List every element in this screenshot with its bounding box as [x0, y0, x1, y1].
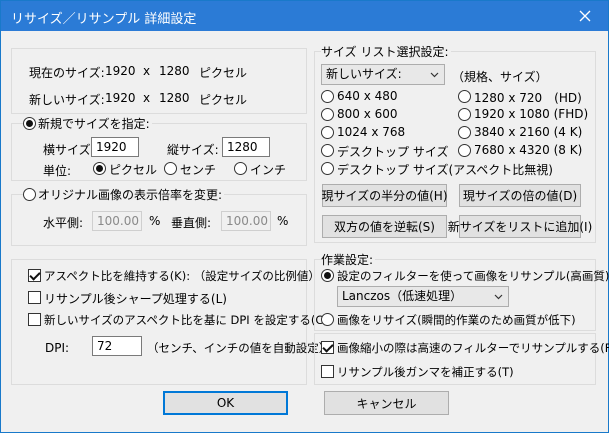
dpi-input[interactable]: 72: [92, 336, 142, 356]
new-width: 1920: [105, 91, 136, 105]
size-desktop-aspect-radio[interactable]: [321, 162, 334, 175]
sharpen-checkbox[interactable]: [28, 291, 41, 304]
size-fhd-radio[interactable]: [458, 108, 471, 121]
high-speed-filter-checkbox[interactable]: [321, 341, 334, 354]
chevron-down-icon: [494, 294, 503, 300]
size-desktop-aspect-label: デスクトップ サイズ(アスペクト比無視): [337, 163, 553, 177]
unit-pixel-label: ピクセル: [109, 163, 158, 177]
size-1024-radio[interactable]: [321, 126, 334, 139]
chevron-down-icon: [430, 72, 439, 78]
swap-values-button[interactable]: 双方の値を逆転(S): [322, 215, 447, 238]
size-8k-radio[interactable]: [458, 144, 471, 157]
size-desktop-radio[interactable]: [321, 144, 334, 157]
specify-size-legend: 新規でサイズを指定:: [23, 115, 152, 132]
cancel-button[interactable]: キャンセル: [324, 391, 449, 415]
horizontal-input[interactable]: 100.00: [92, 211, 142, 231]
keep-aspect-checkbox[interactable]: [28, 269, 41, 282]
size-8k-label: 7680 x 4320 (8 K): [474, 143, 583, 157]
work-settings-legend: 作業設定:: [321, 251, 376, 268]
unit-inch-label: インチ: [250, 163, 287, 177]
add-to-list-button[interactable]: 新サイズをリストに追加(I): [448, 215, 592, 238]
size-list-legend: サイズ リスト選択設定:: [321, 43, 451, 60]
ratio-radio[interactable]: [23, 188, 36, 201]
height-input[interactable]: 1280: [222, 137, 270, 157]
double-size-button[interactable]: 現サイズの倍の値(D): [459, 184, 581, 207]
close-button[interactable]: [562, 1, 608, 31]
dpi-aspect-label: 新しいサイズのアスペクト比を基に DPI を設定する(C): [44, 313, 328, 327]
unit-cm-radio[interactable]: [164, 162, 177, 175]
current-height: 1280: [159, 64, 190, 78]
size-fhd-label: 1920 x 1080 (FHD): [474, 107, 589, 121]
window-title: リサイズ／リサンプル 詳細設定: [11, 12, 197, 27]
height-label: 縦サイズ:: [167, 143, 219, 157]
horizontal-label: 水平側:: [43, 216, 84, 230]
vertical-label: 垂直側:: [171, 216, 212, 230]
current-width: 1920: [105, 64, 136, 78]
sharpen-label: リサンプル後シャープ処理する(L): [44, 292, 227, 306]
ratio-label: オリジナル画像の表示倍率を変更:: [38, 188, 223, 202]
vertical-percent: %: [277, 214, 289, 228]
size-640-radio[interactable]: [321, 90, 334, 103]
current-unit: ピクセル: [199, 66, 248, 80]
size-4k-label: 3840 x 2160 (4 K): [474, 125, 583, 139]
gamma-checkbox[interactable]: [321, 365, 334, 378]
size-list-select[interactable]: 新しいサイズ:: [321, 64, 445, 85]
new-unit: ピクセル: [199, 93, 248, 107]
size-640-label: 640 x 480: [337, 89, 398, 103]
high-speed-filter-label: 画像縮小の際は高速のフィルターでリサンプルする(F): [337, 341, 609, 355]
size-800-label: 800 x 600: [337, 107, 398, 121]
size-list-hint: （規格、サイズ）: [452, 70, 548, 84]
size-desktop-label: デスクトップ サイズ: [337, 145, 449, 159]
size-4k-radio[interactable]: [458, 126, 471, 139]
dialog-window: リサイズ／リサンプル 詳細設定 現在のサイズ: 1920 x 1280 ピクセル…: [0, 0, 609, 433]
ratio-legend: オリジナル画像の表示倍率を変更:: [23, 186, 225, 203]
resample-radio[interactable]: [321, 269, 334, 282]
width-label: 横サイズ:: [43, 143, 95, 157]
unit-cm-label: センチ: [180, 163, 217, 177]
new-height: 1280: [159, 91, 190, 105]
title-bar: リサイズ／リサンプル 詳細設定: [1, 1, 608, 31]
new-size-label: 新しいサイズ:: [29, 93, 105, 107]
dpi-aspect-checkbox[interactable]: [28, 313, 41, 326]
current-size-label: 現在のサイズ:: [29, 66, 105, 80]
current-sep: x: [143, 64, 151, 78]
gamma-label: リサンプル後ガンマを補正する(T): [337, 365, 514, 379]
horizontal-percent: %: [149, 214, 161, 228]
specify-size-label: 新規でサイズを指定:: [38, 117, 150, 131]
width-input[interactable]: 1920: [91, 137, 139, 157]
vertical-input[interactable]: 100.00: [221, 211, 271, 231]
keep-aspect-label: アスペクト比を維持する(K): （設定サイズの比例値）: [44, 269, 320, 283]
size-hd-label: 1280 x 720 (HD): [474, 91, 582, 105]
ok-button[interactable]: OK: [163, 391, 288, 415]
unit-pixel-radio[interactable]: [93, 162, 106, 175]
new-sep: x: [143, 91, 151, 105]
size-1024-label: 1024 x 768: [337, 125, 406, 139]
size-list-select-value: 新しいサイズ:: [326, 67, 402, 81]
half-size-button[interactable]: 現サイズの半分の値(H): [321, 184, 448, 207]
close-icon: [579, 10, 591, 22]
filter-select[interactable]: Lanczos（低速処理）: [337, 286, 509, 307]
size-hd-radio[interactable]: [458, 90, 471, 103]
resize-radio[interactable]: [321, 313, 334, 326]
unit-label: 単位:: [43, 164, 72, 178]
resize-label: 画像をリサイズ(瞬間的作業のため画質が低下): [337, 313, 576, 327]
size-800-radio[interactable]: [321, 108, 334, 121]
unit-inch-radio[interactable]: [234, 162, 247, 175]
resample-label: 設定のフィルターを使って画像をリサンプル(高画質):: [337, 269, 609, 283]
filter-select-value: Lanczos（低速処理）: [342, 289, 463, 303]
dpi-label: DPI:: [45, 341, 70, 355]
dpi-note: （センチ、インチの値を自動設定）: [147, 341, 331, 355]
specify-size-radio[interactable]: [23, 117, 36, 130]
